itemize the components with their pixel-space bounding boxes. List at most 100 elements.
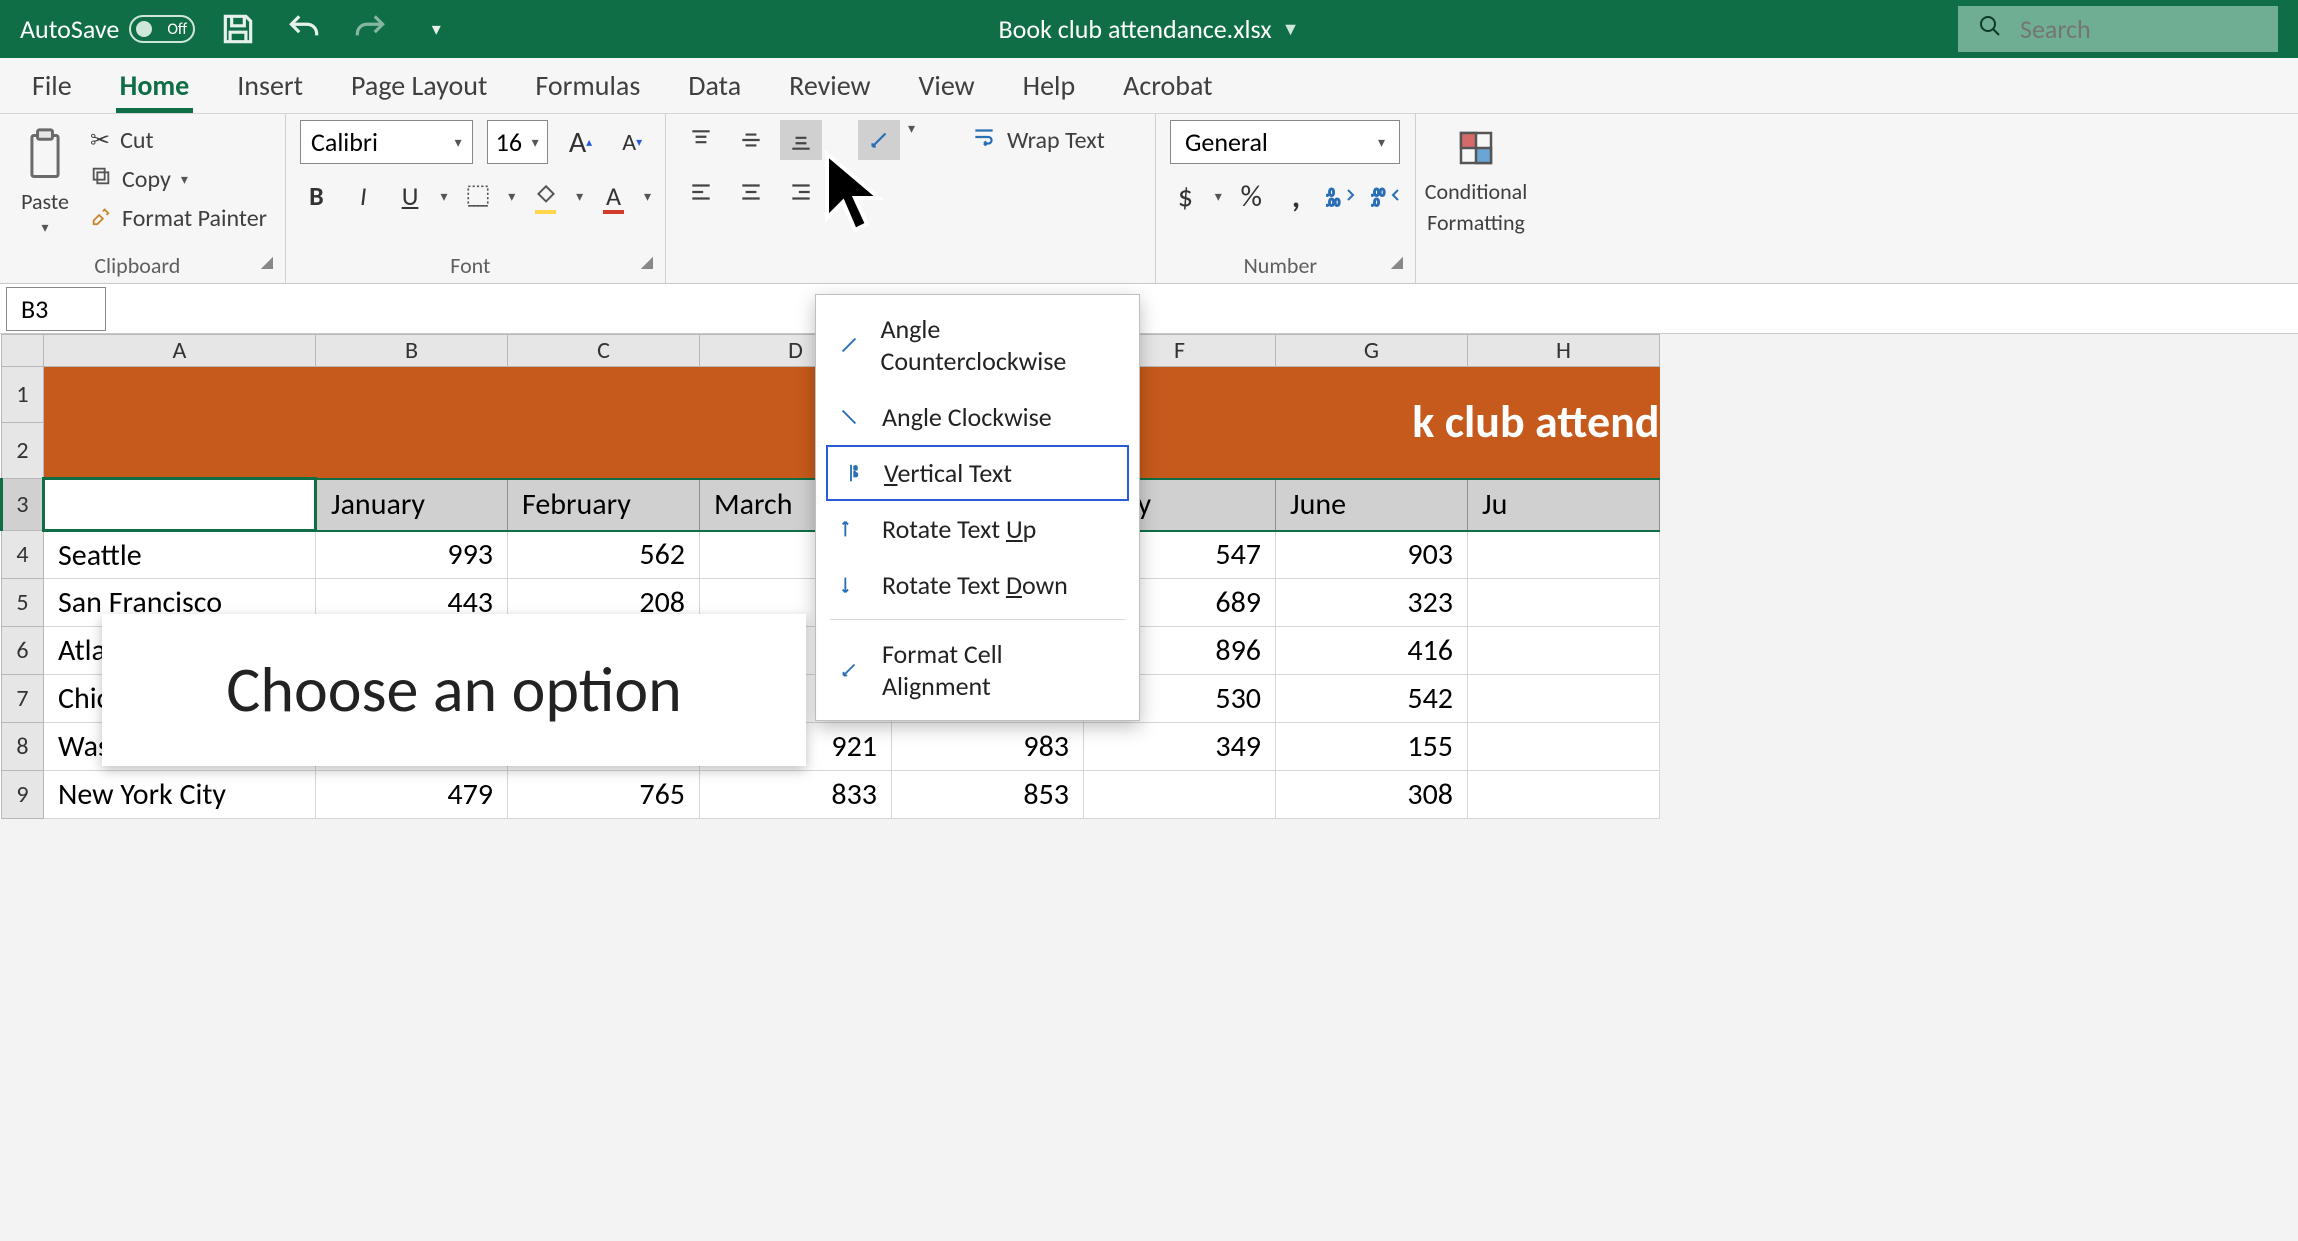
row-header[interactable]: 9 (2, 771, 44, 819)
column-header[interactable]: G (1276, 335, 1468, 367)
number-format-select[interactable]: General ▾ (1170, 120, 1400, 164)
menu-angle-ccw[interactable]: Angle Counterclockwise (816, 301, 1139, 389)
autosave-toggle[interactable]: Off (129, 15, 195, 43)
tab-page-layout[interactable]: Page Layout (347, 58, 491, 113)
align-right-icon[interactable] (780, 172, 822, 212)
dialog-launcher-icon[interactable]: ◢ (1391, 252, 1403, 272)
increase-decimal-icon[interactable]: .0.00 (1325, 176, 1356, 216)
search-box[interactable] (1958, 6, 2278, 52)
font-color-button[interactable]: A (597, 176, 630, 216)
align-left-icon[interactable] (680, 172, 722, 212)
cell[interactable] (1468, 723, 1660, 771)
row-header[interactable]: 3 (2, 479, 44, 531)
row-header[interactable]: 2 (2, 423, 44, 479)
cell[interactable]: New York City (44, 771, 316, 819)
decrease-decimal-icon[interactable]: .00.0 (1370, 176, 1401, 216)
percent-format-icon[interactable]: % (1236, 176, 1267, 216)
row-header[interactable]: 7 (2, 675, 44, 723)
align-center-icon[interactable] (730, 172, 772, 212)
document-title[interactable]: Book club attendance.xlsx ▼ (999, 13, 1300, 45)
align-bottom-icon[interactable] (780, 120, 822, 160)
row-header[interactable]: 5 (2, 579, 44, 627)
row-header[interactable]: 8 (2, 723, 44, 771)
cell[interactable]: 416 (1276, 627, 1468, 675)
cell[interactable]: 542 (1276, 675, 1468, 723)
cell[interactable]: 765 (508, 771, 700, 819)
cell[interactable]: 308 (1276, 771, 1468, 819)
autosave[interactable]: AutoSave Off (20, 13, 195, 45)
increase-font-icon[interactable]: A▴ (562, 122, 600, 162)
tab-acrobat[interactable]: Acrobat (1119, 58, 1216, 113)
comma-format-icon[interactable]: , (1281, 176, 1312, 216)
tab-view[interactable]: View (915, 58, 979, 113)
dialog-launcher-icon[interactable]: ◢ (641, 252, 653, 272)
cell[interactable]: 155 (1276, 723, 1468, 771)
cell[interactable]: 903 (1276, 531, 1468, 579)
column-header[interactable]: B (316, 335, 508, 367)
decrease-font-icon[interactable]: A▾ (613, 122, 651, 162)
dialog-launcher-icon[interactable]: ◢ (261, 252, 273, 272)
chevron-down-icon[interactable]: ▾ (440, 188, 447, 205)
cell[interactable] (1468, 531, 1660, 579)
cell[interactable] (1084, 771, 1276, 819)
undo-icon[interactable] (285, 10, 323, 48)
search-input[interactable] (2020, 13, 2258, 45)
row-header[interactable]: 6 (2, 627, 44, 675)
underline-button[interactable]: U (394, 176, 427, 216)
qat-customize-icon[interactable]: ▾ (417, 10, 455, 48)
save-icon[interactable] (219, 10, 257, 48)
cell[interactable]: 349 (1084, 723, 1276, 771)
select-all-corner[interactable] (2, 335, 44, 367)
menu-vertical-text[interactable]: ab Vertical Text (826, 445, 1129, 501)
tab-formulas[interactable]: Formulas (531, 58, 644, 113)
font-size-select[interactable]: 16 ▾ (487, 120, 548, 164)
chevron-down-icon[interactable]: ▾ (576, 188, 583, 205)
cell[interactable] (1468, 579, 1660, 627)
cell[interactable]: 833 (700, 771, 892, 819)
format-painter-button[interactable]: Format Painter (90, 204, 267, 233)
align-middle-icon[interactable] (730, 120, 772, 160)
tab-insert[interactable]: Insert (233, 58, 307, 113)
bold-button[interactable]: B (300, 176, 333, 216)
paste-button[interactable]: Paste ▾ (14, 120, 76, 244)
cell[interactable]: 479 (316, 771, 508, 819)
borders-button[interactable] (461, 176, 494, 216)
cell[interactable]: 853 (892, 771, 1084, 819)
cell[interactable]: 323 (1276, 579, 1468, 627)
align-top-icon[interactable] (680, 120, 722, 160)
italic-button[interactable]: I (347, 176, 380, 216)
cell[interactable] (1468, 675, 1660, 723)
font-name-select[interactable]: Calibri ▾ (300, 120, 473, 164)
cell[interactable]: 993 (316, 531, 508, 579)
accounting-format-icon[interactable]: $ (1170, 176, 1201, 216)
cell[interactable]: Seattle (44, 531, 316, 579)
chevron-down-icon[interactable]: ▾ (508, 188, 515, 205)
redo-icon[interactable] (351, 10, 389, 48)
menu-rotate-down[interactable]: Rotate Text Down (816, 557, 1139, 613)
row-header[interactable]: 1 (2, 367, 44, 423)
cell[interactable]: January (316, 479, 508, 531)
cell[interactable]: February (508, 479, 700, 531)
cell[interactable]: Ju (1468, 479, 1660, 531)
menu-rotate-up[interactable]: Rotate Text Up (816, 501, 1139, 557)
tab-file[interactable]: File (28, 58, 76, 113)
menu-format-cell-alignment[interactable]: Format Cell Alignment (816, 626, 1139, 714)
cell[interactable]: June (1276, 479, 1468, 531)
cell[interactable] (1468, 771, 1660, 819)
tab-home[interactable]: Home (116, 58, 194, 113)
column-header[interactable]: A (44, 335, 316, 367)
cell[interactable] (44, 479, 316, 531)
tab-help[interactable]: Help (1019, 58, 1080, 113)
cut-button[interactable]: ✂ Cut (90, 126, 267, 155)
cell[interactable]: 983 (892, 723, 1084, 771)
column-header[interactable]: H (1468, 335, 1660, 367)
chevron-down-icon[interactable]: ▾ (1215, 188, 1222, 205)
cell[interactable] (1468, 627, 1660, 675)
row-header[interactable]: 4 (2, 531, 44, 579)
tab-review[interactable]: Review (785, 58, 874, 113)
wrap-text-button[interactable]: Wrap Text (971, 120, 1105, 160)
cell[interactable]: 562 (508, 531, 700, 579)
chevron-down-icon[interactable]: ▾ (644, 188, 651, 205)
worksheet-grid[interactable]: ABCDEFGH1k club attend23JanuaryFebruaryM… (0, 334, 2298, 819)
menu-angle-cw[interactable]: Angle Clockwise (816, 389, 1139, 445)
